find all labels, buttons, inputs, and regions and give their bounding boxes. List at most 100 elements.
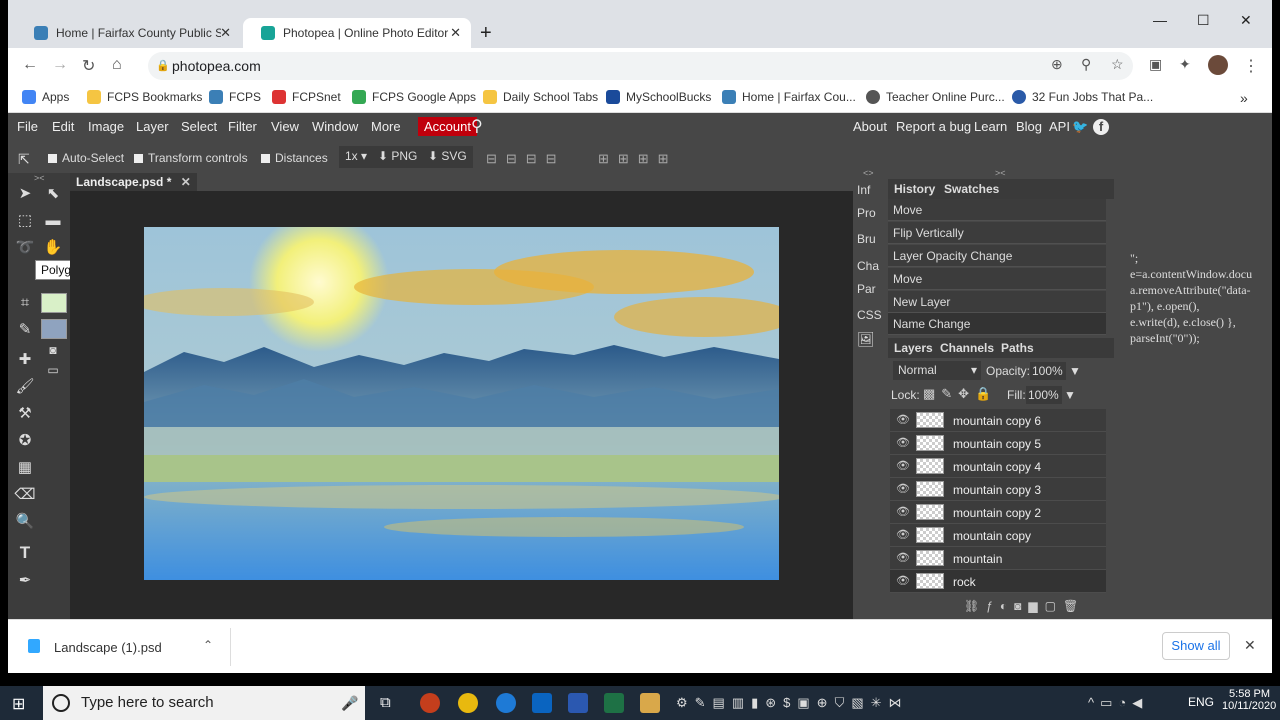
microphone-icon[interactable]: 🎤 (341, 686, 358, 720)
select-tool-icon[interactable]: ⬉ (42, 183, 64, 205)
layer-row[interactable]: 👁 mountain copy 4 (890, 455, 1106, 478)
more-bookmarks-icon[interactable]: » (1240, 90, 1248, 106)
tab-swatches[interactable]: Swatches (944, 182, 999, 196)
export-svg-button[interactable]: ⬇ SVG (422, 146, 473, 168)
lasso-tool-icon[interactable]: ➰ (14, 237, 36, 259)
excel-icon[interactable] (604, 693, 624, 713)
export-png-button[interactable]: ⬇ PNG (372, 146, 424, 168)
profile-avatar[interactable] (1208, 55, 1228, 75)
dodge-tool-icon[interactable]: 🔍 (14, 511, 36, 533)
layer-row[interactable]: 👁 mountain copy (890, 524, 1106, 547)
maximize-icon[interactable]: ☐ (1197, 12, 1210, 29)
task-view-icon[interactable]: ⧉ (380, 694, 391, 711)
menu-report-bug[interactable]: Report a bug (896, 119, 971, 134)
show-all-button[interactable]: Show all (1162, 632, 1230, 660)
auto-select-checkbox[interactable]: Auto-Select (48, 151, 124, 165)
taskbar-search[interactable]: Type here to search 🎤 (43, 686, 365, 720)
menu-kebab-icon[interactable]: ⋮ (1243, 56, 1259, 76)
bookmark-32-fun-jobs[interactable]: 32 Fun Jobs That Pa... (1012, 90, 1153, 104)
crop-tool-icon[interactable]: ⌗ (14, 292, 36, 314)
history-item[interactable]: Layer Opacity Change (888, 245, 1106, 267)
history-item[interactable]: Move (888, 199, 1106, 221)
minimize-icon[interactable]: — (1153, 12, 1167, 28)
transform-controls-checkbox[interactable]: Transform controls (134, 151, 248, 165)
tray-icons[interactable]: ^▭◔◀ (1088, 695, 1148, 711)
outlook-icon[interactable] (532, 693, 552, 713)
menu-filter[interactable]: Filter (228, 119, 257, 134)
layer-row[interactable]: 👁 mountain (890, 547, 1106, 570)
gradient-tool-icon[interactable]: ▦ (14, 457, 36, 479)
image-panel-icon[interactable]: 🖼 (857, 328, 887, 350)
menu-layer[interactable]: Layer (136, 119, 169, 134)
close-document-icon[interactable]: ✕ (181, 175, 191, 189)
history-item[interactable]: New Layer (888, 291, 1106, 313)
fill-dropdown-icon[interactable]: ▼ (1064, 388, 1076, 402)
tab-channels[interactable]: Channels (940, 341, 994, 355)
zoom-icon[interactable]: ⚲ (1081, 56, 1091, 73)
layer-row-selected[interactable]: 👁 rock (890, 570, 1106, 593)
landscape-canvas[interactable] (144, 227, 779, 580)
distances-checkbox[interactable]: Distances (261, 151, 328, 165)
menu-blog[interactable]: Blog (1016, 119, 1042, 134)
edge-icon[interactable] (496, 693, 516, 713)
close-downloads-icon[interactable]: ✕ (1244, 637, 1256, 654)
twitter-icon[interactable]: 🐦 (1072, 119, 1088, 135)
blend-mode-select[interactable]: Normal ▾ (893, 361, 981, 380)
visibility-eye-icon[interactable]: 👁 (896, 482, 910, 496)
layer-row[interactable]: 👁 mountain copy 6 (890, 409, 1106, 432)
lock-icons[interactable]: ▩✎✥🔒 (923, 386, 997, 402)
back-icon[interactable]: ← (22, 56, 38, 74)
visibility-eye-icon[interactable]: 👁 (896, 528, 910, 542)
account-button[interactable]: Account (418, 117, 477, 136)
powerpoint-icon[interactable] (420, 693, 440, 713)
download-filename[interactable]: Landscape (1).psd (54, 640, 162, 655)
document-tab[interactable]: Landscape.psd * ✕ (70, 173, 197, 191)
panel-css-tab[interactable]: CSS (857, 304, 887, 326)
facebook-icon[interactable]: f (1093, 119, 1109, 135)
extensions-icon[interactable]: ✦ (1179, 56, 1191, 73)
visibility-eye-icon[interactable]: 👁 (896, 574, 910, 588)
opacity-input[interactable]: 100% (1030, 362, 1066, 380)
tab-history[interactable]: History (894, 182, 935, 196)
menu-edit[interactable]: Edit (52, 119, 74, 134)
move-tool-icon[interactable]: ⇱ (18, 151, 30, 168)
layer-actions-icons[interactable]: ⛓ƒ◐◙▆▢🗑 (964, 599, 1085, 613)
close-window-icon[interactable]: ✕ (1240, 12, 1252, 29)
menu-select[interactable]: Select (181, 119, 217, 134)
healing-tool-icon[interactable]: ✚ (14, 349, 36, 371)
new-tab-icon[interactable]: + (480, 22, 492, 45)
history-item[interactable]: Flip Vertically (888, 222, 1106, 244)
visibility-eye-icon[interactable]: 👁 (896, 505, 910, 519)
pocket-icon[interactable]: ▣ (1149, 56, 1162, 73)
close-tab-icon[interactable]: ✕ (220, 25, 231, 41)
move-tool-icon[interactable]: ➤ (14, 183, 36, 205)
collapse-panels-icon[interactable]: <> (863, 168, 874, 178)
collapse-toolbox-icon[interactable]: >< (34, 173, 45, 183)
background-color-swatch[interactable] (41, 319, 67, 339)
chrome-icon[interactable] (458, 693, 478, 713)
bookmark-star-icon[interactable]: ☆ (1111, 56, 1124, 73)
language-indicator[interactable]: ENG (1188, 695, 1214, 709)
menu-window[interactable]: Window (312, 119, 358, 134)
layer-row[interactable]: 👁 mountain copy 3 (890, 478, 1106, 501)
tab-fcps[interactable]: Home | Fairfax County Public Sch ✕ (16, 18, 241, 48)
visibility-eye-icon[interactable]: 👁 (896, 436, 910, 450)
menu-view[interactable]: View (271, 119, 299, 134)
tab-photopea[interactable]: Photopea | Online Photo Editor ✕ (243, 18, 471, 48)
bookmark-myschoolbucks[interactable]: MySchoolBucks (606, 90, 711, 104)
forward-icon[interactable]: → (52, 56, 68, 74)
menu-learn[interactable]: Learn (974, 119, 1007, 134)
reload-icon[interactable]: ↻ (82, 56, 95, 76)
foreground-color-swatch[interactable] (41, 293, 67, 313)
menu-image[interactable]: Image (88, 119, 124, 134)
address-bar[interactable]: 🔒 photopea.com (148, 52, 1133, 80)
panel-character-tab[interactable]: Cha (857, 255, 887, 277)
marquee-tool-icon[interactable]: ⬚ (14, 210, 36, 232)
history-item[interactable]: Move (888, 268, 1106, 290)
bookmark-fcps[interactable]: FCPS (209, 90, 261, 104)
stamp-tool-icon[interactable]: ⚒ (14, 403, 36, 425)
pen-tool-icon[interactable]: ✒ (14, 570, 36, 592)
pinned-app-icons[interactable]: ⚙✎▤▥▮⊛$▣⊕⛉▧✳⋈ (676, 695, 909, 711)
download-chevron-icon[interactable]: ⌃ (203, 638, 213, 652)
menu-more[interactable]: More (371, 119, 401, 134)
